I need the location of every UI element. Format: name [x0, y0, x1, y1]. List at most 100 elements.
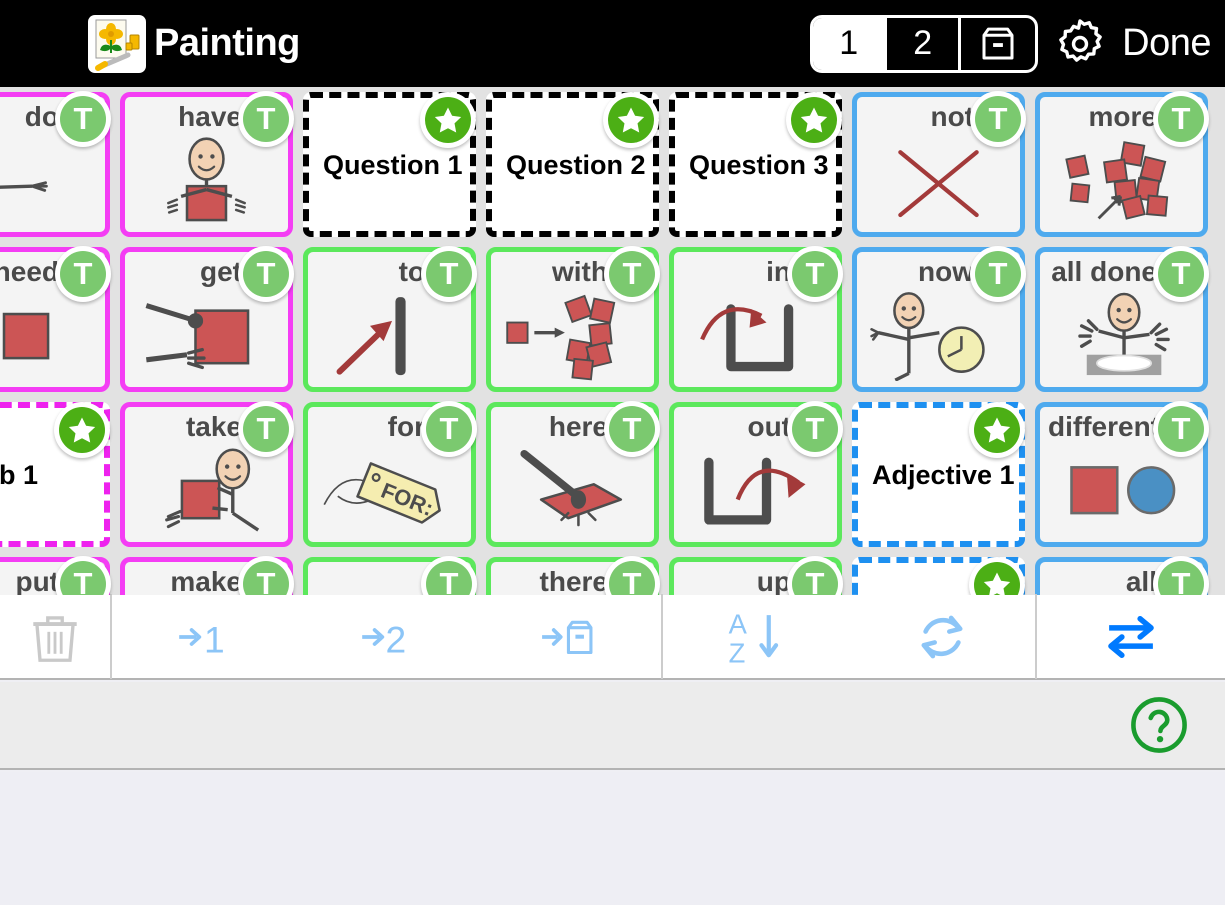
symbol-button[interactable]	[852, 557, 1025, 595]
symbol-button-have[interactable]: have T	[120, 91, 294, 237]
badge-core: T	[1158, 251, 1204, 297]
symbol-label: up	[756, 566, 791, 595]
symbol-button[interactable]: T	[303, 556, 477, 595]
badge-core: T	[243, 561, 289, 595]
symbol-button-different[interactable]: different T	[1035, 401, 1209, 547]
badge-letter: T	[805, 255, 825, 291]
symbol-button-not[interactable]: not T	[852, 91, 1026, 237]
refresh-button[interactable]	[849, 595, 1035, 678]
star-badge-icon	[969, 557, 1025, 595]
grid-cell[interactable]: Adjective 1	[847, 397, 1030, 552]
page-segmented-control[interactable]: 1 2	[810, 14, 1039, 73]
grid-cell[interactable]: different T	[1030, 397, 1213, 552]
person-holding-box-pictogram	[125, 137, 288, 226]
symbol-button-there[interactable]: there T	[486, 556, 660, 595]
gear-icon[interactable]	[1052, 16, 1108, 72]
symbol-button-question-2[interactable]: Question 2	[486, 92, 659, 237]
move-to-page-2[interactable]: 2	[295, 595, 478, 678]
sort-alphabetical[interactable]: A Z	[663, 595, 849, 678]
grid-cell[interactable]: get T	[115, 242, 298, 397]
symbol-label: Question 3	[689, 150, 829, 180]
badge-letter: T	[1171, 100, 1191, 136]
symbol-button-verb-1[interactable]: Verb 1	[0, 402, 110, 547]
symbol-button-in[interactable]: in T	[669, 246, 843, 392]
edit-toolbar[interactable]: 1 2 A Z	[0, 594, 1225, 680]
symbol-button-need[interactable]: need T	[0, 246, 111, 392]
symbol-button-up[interactable]: up T	[669, 556, 843, 596]
symbol-button-put[interactable]: put T	[0, 556, 111, 595]
svg-text:Z: Z	[729, 637, 746, 667]
symbol-button-now[interactable]: now T	[852, 246, 1026, 392]
grid-cell[interactable]: here T	[481, 397, 664, 552]
symbol-button-make[interactable]: make T	[120, 556, 294, 595]
badge-core: T	[243, 251, 289, 297]
grid-cell[interactable]: with T	[481, 242, 664, 397]
grid-cell[interactable]: more T	[1030, 87, 1213, 242]
symbol-button-take[interactable]: take T	[120, 401, 294, 547]
symbol-button-do[interactable]: do T	[0, 91, 111, 237]
symbol-button-question-3[interactable]: Question 3	[669, 92, 842, 237]
symbol-button-all[interactable]: all T	[1035, 556, 1209, 595]
symbol-button-with[interactable]: with T	[486, 246, 660, 392]
grid-cell[interactable]: to T	[298, 242, 481, 397]
grid-cell[interactable]: put T	[0, 552, 115, 595]
bottom-detail-panel	[0, 772, 1225, 919]
text-badge-icon: T	[55, 91, 111, 147]
grid-cell[interactable]: there T	[481, 552, 664, 595]
badge-core: T	[426, 251, 472, 297]
text-badge-icon: T	[421, 401, 477, 457]
grid-cell[interactable]: make T	[115, 552, 298, 595]
symbol-button-question-1[interactable]: Question 1	[303, 92, 476, 237]
move-to-archive[interactable]	[478, 595, 661, 678]
symbol-button-here[interactable]: here T	[486, 401, 660, 547]
grid-cell[interactable]: Verb 1	[0, 397, 115, 552]
grid-cell[interactable]: up T	[664, 552, 847, 595]
grid-cell[interactable]: have T	[115, 87, 298, 242]
more-squares-pictogram	[1040, 137, 1203, 226]
star-icon	[68, 417, 96, 443]
segment-page-2[interactable]: 2	[887, 17, 962, 70]
symbol-grid[interactable]: do T have T Question 1 Question 2 Question 3 …	[0, 87, 1225, 595]
badge-letter: T	[73, 100, 93, 136]
grid-cell[interactable]: Question 2	[481, 87, 664, 242]
symbol-button-adjective-1[interactable]: Adjective 1	[852, 402, 1025, 547]
swap-button[interactable]	[1037, 595, 1225, 678]
done-button[interactable]: Done	[1122, 22, 1211, 65]
grid-cell[interactable]: Question 1	[298, 87, 481, 242]
grid-cell[interactable]: in T	[664, 242, 847, 397]
badge-letter: T	[805, 565, 825, 596]
grid-cell[interactable]: FOR: for T	[298, 397, 481, 552]
star-icon	[800, 107, 828, 133]
grid-cell[interactable]: all done T	[1030, 242, 1213, 397]
badge-core	[59, 407, 105, 453]
text-badge-icon: T	[238, 246, 294, 302]
grid-cell[interactable]: not T	[847, 87, 1030, 242]
painting-thumbnail-icon	[88, 14, 146, 73]
grid-cell[interactable]	[847, 552, 1030, 595]
grid-cell[interactable]: Question 3	[664, 87, 847, 242]
grid-cell[interactable]: out T	[664, 397, 847, 552]
segment-archive[interactable]	[961, 18, 1035, 70]
grid-cell[interactable]: do T	[0, 87, 115, 242]
grid-cell[interactable]: take T	[115, 397, 298, 552]
symbol-button-more[interactable]: more T	[1035, 91, 1209, 237]
app-header: Painting 1 2 Done	[0, 0, 1225, 87]
symbol-button-get[interactable]: get T	[120, 246, 294, 392]
grid-cell[interactable]: T	[298, 552, 481, 595]
hands-reaching-square-pictogram	[0, 292, 105, 381]
grid-cell[interactable]: need T	[0, 242, 115, 397]
symbol-button-to[interactable]: to T	[303, 246, 477, 392]
grid-cell[interactable]: all T	[1030, 552, 1213, 595]
symbol-label: take	[185, 411, 242, 442]
star-badge-icon	[54, 402, 110, 458]
delete-button[interactable]	[0, 595, 110, 678]
badge-letter: T	[988, 255, 1008, 291]
symbol-button-all-done[interactable]: all done T	[1035, 246, 1209, 392]
grid-cell[interactable]: now T	[847, 242, 1030, 397]
segment-page-1[interactable]: 1	[813, 17, 888, 70]
move-to-page-1[interactable]: 1	[112, 595, 295, 678]
help-question-icon[interactable]	[1129, 695, 1189, 755]
text-badge-icon: T	[238, 91, 294, 147]
symbol-button-for[interactable]: FOR: for T	[303, 401, 477, 547]
symbol-button-out[interactable]: out T	[669, 401, 843, 547]
